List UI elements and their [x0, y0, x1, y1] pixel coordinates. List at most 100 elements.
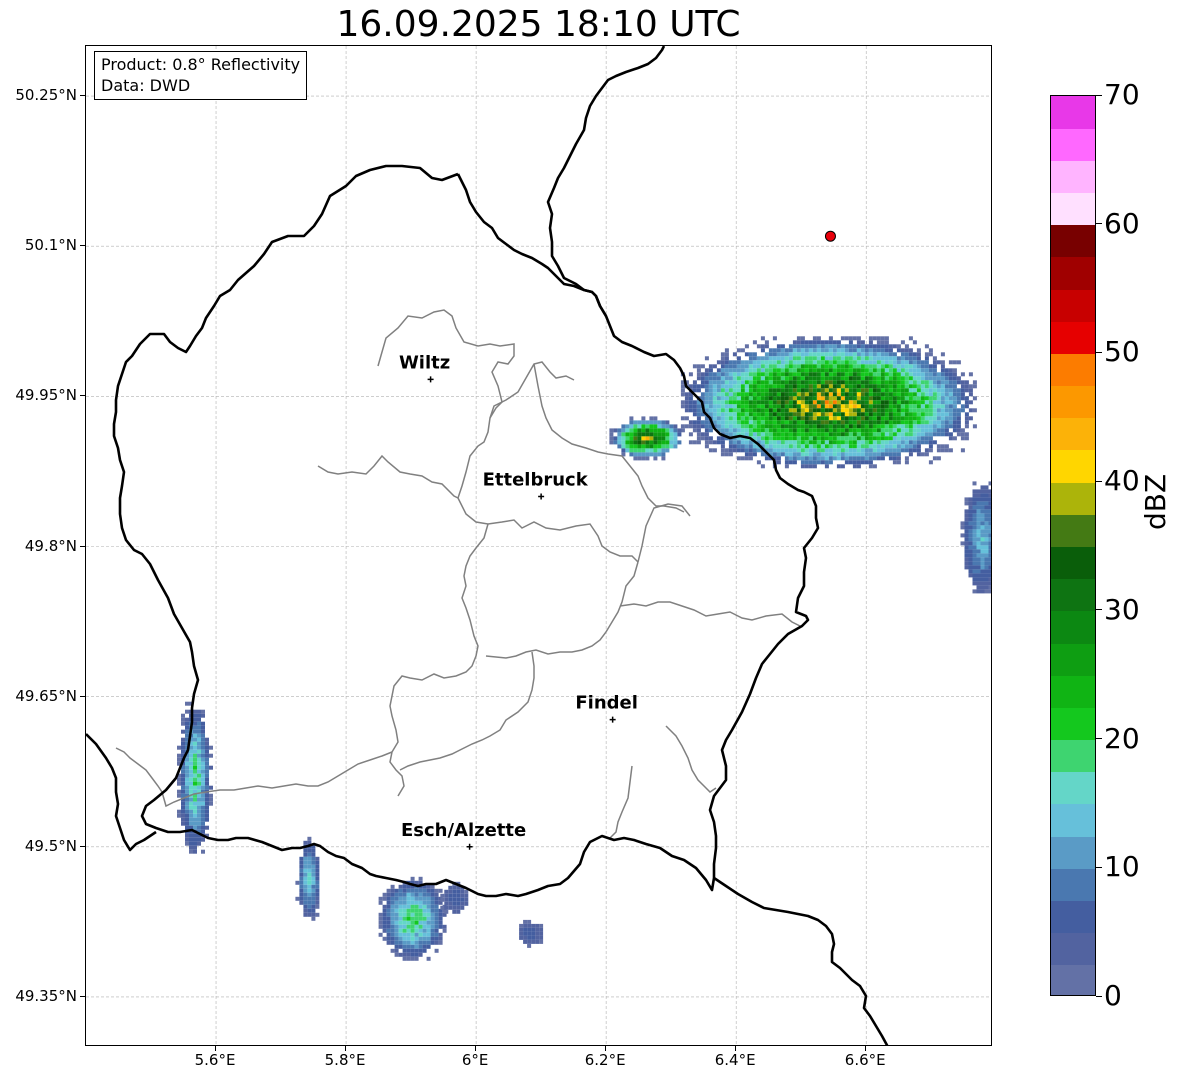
reflectivity-pixel	[732, 416, 737, 421]
reflectivity-pixel	[920, 360, 925, 365]
product-info-box: Product: 0.8° Reflectivity Data: DWD	[94, 51, 308, 100]
reflectivity-pixel	[688, 424, 693, 429]
reflectivity-pixel	[193, 809, 197, 814]
reflectivity-pixel	[189, 837, 193, 842]
reflectivity-pixel	[924, 372, 929, 377]
reflectivity-pixel	[844, 388, 849, 393]
reflectivity-pixel	[728, 408, 733, 413]
reflectivity-pixel	[972, 408, 977, 413]
reflectivity-pixel	[804, 456, 809, 461]
reflectivity-pixel	[988, 489, 991, 494]
reflectivity-pixel	[724, 420, 729, 425]
reflectivity-pixel	[181, 805, 185, 810]
reflectivity-pixel	[796, 436, 801, 441]
reflectivity-pixel	[824, 428, 829, 433]
reflectivity-pixel	[836, 392, 841, 397]
reflectivity-pixel	[303, 904, 308, 909]
reflectivity-pixel	[764, 364, 769, 369]
reflectivity-pixel	[808, 372, 813, 377]
reflectivity-pixel	[629, 416, 634, 421]
reflectivity-pixel	[844, 432, 849, 437]
reflectivity-pixel	[736, 384, 741, 389]
reflectivity-pixel	[868, 408, 873, 413]
reflectivity-pixel	[916, 384, 921, 389]
reflectivity-pixel	[629, 420, 634, 425]
reflectivity-pixel	[772, 396, 777, 401]
reflectivity-pixel	[796, 352, 801, 357]
reflectivity-pixel	[940, 416, 945, 421]
reflectivity-pixel	[752, 424, 757, 429]
reflectivity-pixel	[968, 565, 973, 570]
reflectivity-pixel	[764, 388, 769, 393]
reflectivity-pixel	[904, 392, 909, 397]
reflectivity-pixel	[748, 356, 753, 361]
reflectivity-pixel	[864, 412, 869, 417]
reflectivity-pixel	[394, 908, 399, 913]
reflectivity-pixel	[185, 781, 189, 786]
reflectivity-pixel	[189, 781, 193, 786]
reflectivity-pixel	[720, 412, 725, 417]
reflectivity-pixel	[633, 452, 638, 457]
reflectivity-pixel	[800, 404, 805, 409]
reflectivity-pixel	[976, 521, 981, 526]
reflectivity-pixel	[856, 428, 861, 433]
colorbar-tick-mark	[1096, 738, 1102, 740]
reflectivity-pixel	[948, 412, 953, 417]
reflectivity-pixel	[848, 384, 853, 389]
reflectivity-pixel	[637, 432, 642, 437]
reflectivity-pixel	[181, 745, 185, 750]
reflectivity-pixel	[414, 952, 419, 957]
reflectivity-pixel	[880, 348, 885, 353]
reflectivity-pixel	[960, 408, 965, 413]
reflectivity-pixel	[748, 360, 753, 365]
reflectivity-pixel	[621, 432, 626, 437]
reflectivity-pixel	[402, 904, 407, 909]
reflectivity-pixel	[430, 884, 435, 889]
reflectivity-pixel	[836, 428, 841, 433]
reflectivity-pixel	[976, 505, 981, 510]
reflectivity-pixel	[390, 888, 395, 893]
reflectivity-pixel	[852, 400, 857, 405]
reflectivity-pixel	[796, 404, 801, 409]
reflectivity-pixel	[700, 380, 705, 385]
reflectivity-pixel	[688, 372, 693, 377]
reflectivity-pixel	[804, 444, 809, 449]
reflectivity-pixel	[641, 424, 646, 429]
reflectivity-pixel	[840, 452, 845, 457]
reflectivity-pixel	[422, 932, 427, 937]
reflectivity-pixel	[398, 892, 403, 897]
reflectivity-pixel	[860, 396, 865, 401]
reflectivity-pixel	[896, 372, 901, 377]
reflectivity-pixel	[193, 741, 197, 746]
reflectivity-pixel	[724, 404, 729, 409]
reflectivity-pixel	[780, 424, 785, 429]
reflectivity-pixel	[796, 440, 801, 445]
reflectivity-pixel	[201, 765, 205, 770]
reflectivity-pixel	[944, 432, 949, 437]
reflectivity-pixel	[796, 368, 801, 373]
reflectivity-pixel	[932, 424, 937, 429]
radar-map[interactable]: Wiltz Ettelbruck Findel Esch/Alzette	[85, 45, 992, 1046]
reflectivity-pixel	[641, 420, 646, 425]
reflectivity-pixel	[756, 428, 761, 433]
reflectivity-pixel	[716, 372, 721, 377]
reflectivity-pixel	[382, 908, 387, 913]
reflectivity-pixel	[840, 360, 845, 365]
reflectivity-pixel	[916, 436, 921, 441]
reflectivity-pixel	[205, 801, 209, 806]
reflectivity-pixel	[900, 352, 905, 357]
reflectivity-pixel	[704, 404, 709, 409]
reflectivity-pixel	[177, 745, 181, 750]
reflectivity-pixel	[876, 408, 881, 413]
reflectivity-pixel	[884, 348, 889, 353]
reflectivity-pixel	[398, 888, 403, 893]
reflectivity-pixel	[185, 721, 189, 726]
reflectivity-pixel	[756, 360, 761, 365]
reflectivity-pixel	[932, 396, 937, 401]
reflectivity-pixel	[836, 356, 841, 361]
reflectivity-pixel	[197, 709, 201, 714]
reflectivity-pixel	[796, 340, 801, 345]
reflectivity-pixel	[904, 384, 909, 389]
reflectivity-pixel	[201, 773, 205, 778]
reflectivity-pixel	[972, 553, 977, 558]
